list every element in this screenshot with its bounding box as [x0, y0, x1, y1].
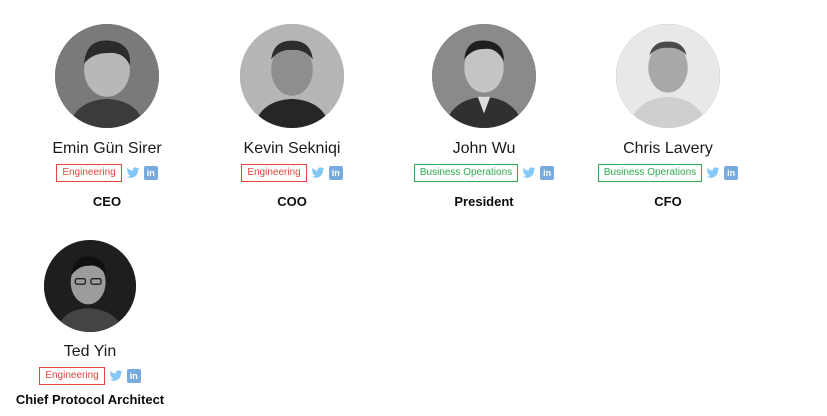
- member-name: Emin Gün Sirer: [52, 140, 162, 157]
- linkedin-icon[interactable]: in: [724, 166, 739, 180]
- linkedin-icon[interactable]: in: [540, 166, 555, 180]
- team-member-card: Ted Yin Engineering in Chief Protocol Ar…: [0, 240, 180, 408]
- member-meta: Engineering in: [241, 164, 343, 182]
- member-meta: Engineering in: [56, 164, 158, 182]
- twitter-icon[interactable]: [706, 166, 720, 180]
- team-member-card: Kevin Sekniqi Engineering in COO: [202, 24, 382, 210]
- avatar: [616, 24, 720, 128]
- twitter-icon[interactable]: [311, 166, 325, 180]
- portrait-icon: [55, 24, 159, 128]
- avatar: [240, 24, 344, 128]
- member-role: Chief Protocol Architect: [15, 392, 165, 407]
- member-name: Chris Lavery: [623, 140, 713, 157]
- portrait-icon: [44, 240, 136, 332]
- avatar: [55, 24, 159, 128]
- member-meta: Engineering in: [39, 367, 141, 385]
- member-name: Ted Yin: [63, 343, 117, 360]
- avatar: [44, 240, 136, 332]
- member-meta: Business Operations in: [413, 164, 555, 182]
- department-badge: Business Operations: [597, 164, 703, 182]
- department-badge: Engineering: [39, 367, 105, 385]
- member-meta: Business Operations in: [597, 164, 739, 182]
- team-grid: Emin Gün Sirer Engineering in CEO Kevin …: [0, 0, 827, 416]
- member-role: President: [454, 194, 514, 209]
- team-member-card: Emin Gün Sirer Engineering in CEO: [17, 24, 197, 210]
- member-name: John Wu: [452, 140, 516, 157]
- linkedin-icon[interactable]: in: [328, 166, 343, 180]
- department-badge: Engineering: [56, 164, 122, 182]
- department-badge: Business Operations: [413, 164, 519, 182]
- member-role: COO: [277, 194, 307, 209]
- team-member-card: John Wu Business Operations in President: [394, 24, 574, 210]
- member-role: CFO: [654, 194, 682, 209]
- portrait-icon: [240, 24, 344, 128]
- portrait-icon: [616, 24, 720, 128]
- linkedin-icon[interactable]: in: [143, 166, 158, 180]
- twitter-icon[interactable]: [522, 166, 536, 180]
- avatar: [432, 24, 536, 128]
- department-badge: Engineering: [241, 164, 307, 182]
- portrait-icon: [432, 24, 536, 128]
- linkedin-icon[interactable]: in: [126, 369, 141, 383]
- twitter-icon[interactable]: [109, 369, 123, 383]
- twitter-icon[interactable]: [126, 166, 140, 180]
- member-name: Kevin Sekniqi: [243, 140, 341, 157]
- team-member-card: Chris Lavery Business Operations in CFO: [578, 24, 758, 210]
- member-role: CEO: [92, 194, 122, 209]
